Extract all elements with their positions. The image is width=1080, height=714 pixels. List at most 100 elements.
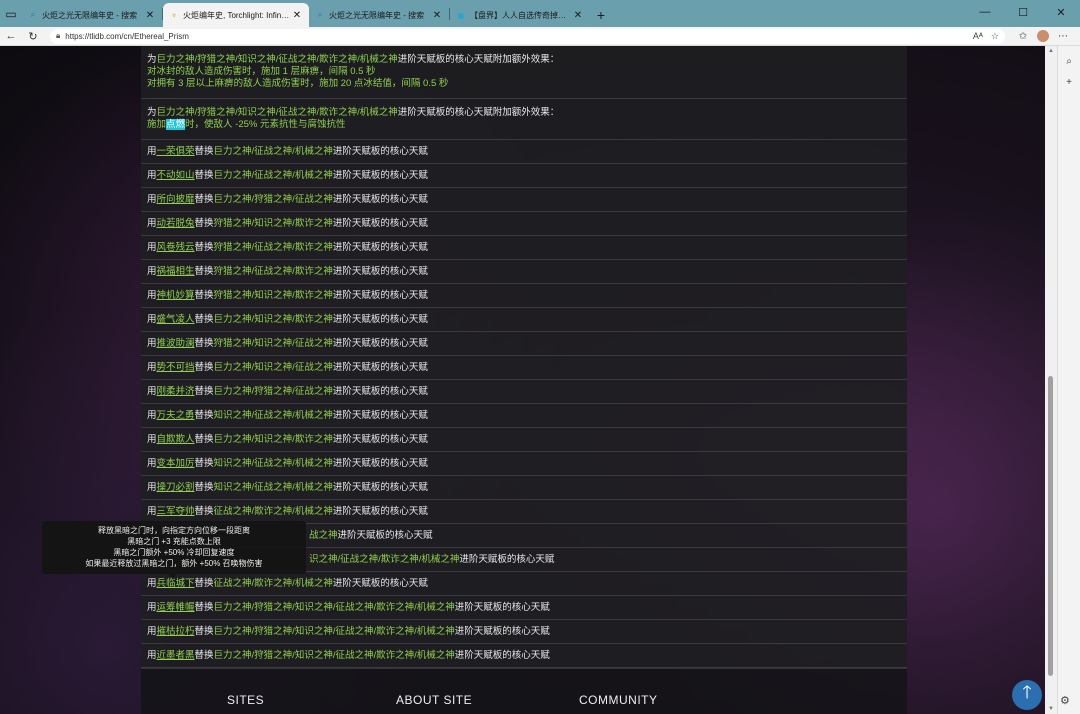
talent-link[interactable]: 推波助澜 (157, 338, 195, 350)
talent-link[interactable]: 一荣俱荣 (157, 146, 195, 158)
close-icon[interactable]: ✕ (572, 10, 584, 21)
footer-sites[interactable]: SITES (227, 693, 264, 707)
tooltip-line: 黑暗之门 +3 充能点数上限 (127, 537, 221, 546)
search-icon[interactable]: ⌕ (1058, 56, 1080, 67)
gods-list: 巨力之神/狩猎之神/知识之神/征战之神/欺诈之神/机械之神 (213, 649, 455, 661)
tab-title: 火炬编年史, Torchlight: Infinite W (183, 10, 291, 20)
page-scrollbar[interactable]: ▲ ▼ (1045, 46, 1057, 714)
replace-word: 替换 (194, 169, 214, 181)
talent-link[interactable]: 摧枯拉朽 (157, 626, 195, 638)
gods-list: 识之神/征战之神/欺诈之神/机械之神 (309, 553, 460, 565)
close-icon[interactable]: ✕ (291, 10, 303, 21)
close-icon[interactable]: ✕ (144, 10, 156, 21)
talent-link[interactable]: 万夫之勇 (157, 410, 195, 422)
tab-title: 【盘界】人人自选传奇掉落契灵 (470, 10, 572, 20)
talent-link[interactable]: 神机妙算 (157, 290, 195, 302)
add-icon[interactable]: + (1058, 77, 1080, 88)
talent-link[interactable]: 近墨者黑 (157, 650, 195, 662)
core-suffix: 进阶天赋板的核心天赋 (454, 625, 550, 637)
talent-link[interactable]: 所向披靡 (157, 194, 195, 206)
tab-1[interactable]: ⌕ 火炬之光无限编年史 - 搜索 ✕ (22, 3, 162, 27)
favorites-icon[interactable]: ✩ (1013, 31, 1033, 42)
talent-link[interactable]: 盛气凌人 (157, 314, 195, 326)
effect-line: 对冰封的敌人造成伤害时，施加 1 层麻痹，间隔 0.5 秒 (147, 66, 376, 77)
favorite-star-icon[interactable]: ☆ (991, 31, 999, 42)
row-header: 为巨力之神/狩猎之神/知识之神/征战之神/欺诈之神/机械之神进阶天赋板的核心天赋… (147, 107, 901, 119)
talent-link[interactable]: 操刀必割 (157, 482, 195, 494)
tab-3[interactable]: ⌕ 火炬之光无限编年史 - 搜索 ✕ (309, 3, 449, 27)
tab-4[interactable]: ▣ 【盘界】人人自选传奇掉落契灵 ✕ (450, 3, 590, 27)
new-tab-button[interactable]: + (590, 3, 612, 27)
use-word: 用 (147, 409, 157, 421)
ignite-link[interactable]: 点燃 (166, 119, 186, 130)
talent-link[interactable]: 自欺欺人 (157, 434, 195, 446)
talent-link[interactable]: 祸福相生 (157, 266, 195, 278)
talent-link[interactable]: 刚柔并济 (157, 386, 195, 398)
talent-link[interactable]: 不动如山 (157, 170, 195, 182)
talent-link[interactable]: 动若脱兔 (157, 218, 195, 230)
gods-list: 巨力之神/征战之神/机械之神 (213, 169, 333, 181)
core-suffix: 进阶天赋板的核心天赋 (332, 433, 428, 445)
use-word: 用 (147, 313, 157, 325)
more-icon[interactable]: ⋯ (1053, 31, 1073, 42)
core-suffix: 进阶天赋板的核心天赋 (459, 553, 555, 565)
footer-about[interactable]: ABOUT SITE (396, 693, 472, 707)
replace-word: 替换 (194, 433, 214, 445)
table-row: 用神机妙算 替换 狩猎之神/知识之神/欺诈之神 进阶天赋板的核心天赋 (141, 284, 907, 308)
replace-word: 替换 (194, 409, 214, 421)
talent-link[interactable]: 三军夺帅 (157, 506, 195, 518)
maximize-icon[interactable]: ☐ (1004, 0, 1042, 24)
footer-community[interactable]: COMMUNITY (579, 693, 658, 707)
close-icon[interactable]: ✕ (431, 10, 443, 21)
tab-actions-icon[interactable]: ▭ (0, 0, 22, 27)
gods-list: 狩猎之神/知识之神/征战之神 (213, 337, 333, 349)
scrollbar-thumb[interactable] (1048, 376, 1053, 676)
talent-list: 为巨力之神/狩猎之神/知识之神/征战之神/欺诈之神/机械之神进阶天赋板的核心天赋… (141, 46, 907, 668)
core-suffix: 进阶天赋板的核心天赋 (332, 217, 428, 229)
tab-title: 火炬之光无限编年史 - 搜索 (329, 10, 425, 20)
minimize-icon[interactable]: — (966, 0, 1004, 24)
talent-tooltip: 释放黑暗之门时，向指定方向位移一段距离 黑暗之门 +3 充能点数上限 黑暗之门额… (42, 521, 306, 579)
replace-word: 替换 (194, 601, 214, 613)
core-suffix: 进阶天赋板的核心天赋 (332, 577, 428, 589)
talent-link[interactable]: 风卷残云 (157, 242, 195, 254)
gods-list: 巨力之神/知识之神/欺诈之神 (213, 313, 333, 325)
row-header: 为巨力之神/狩猎之神/知识之神/征战之神/欺诈之神/机械之神进阶天赋板的核心天赋… (147, 54, 901, 66)
talent-link[interactable]: 变本加厉 (157, 458, 195, 470)
page-viewport: 为巨力之神/狩猎之神/知识之神/征战之神/欺诈之神/机械之神进阶天赋板的核心天赋… (0, 46, 1045, 714)
search-icon: ⌕ (317, 10, 323, 19)
use-word: 用 (147, 361, 157, 373)
read-aloud-icon[interactable]: Aᴬ (973, 31, 983, 41)
replace-word: 替换 (194, 481, 214, 493)
core-suffix: 进阶天赋板的核心天赋 (332, 169, 428, 181)
replace-word: 替换 (194, 505, 214, 517)
talent-link[interactable]: 运筹帷幄 (157, 602, 195, 614)
replace-rows: 用一荣俱荣 替换 巨力之神/征战之神/机械之神 进阶天赋板的核心天赋用不动如山 替换 巨力… (141, 140, 907, 668)
talent-link[interactable]: 势不可挡 (157, 362, 195, 374)
core-suffix: 进阶天赋板的核心天赋 (332, 145, 428, 157)
back-to-top-button[interactable]: 🡑 (1012, 680, 1042, 710)
gods-list: 巨力之神/狩猎之神/知识之神/征战之神/欺诈之神/机械之神 (213, 625, 455, 637)
tab-2[interactable]: ♆ 火炬编年史, Torchlight: Infinite W ✕ (163, 3, 309, 27)
lock-icon[interactable]: 🔒︎ (56, 31, 60, 41)
gods-list: 征战之神/欺诈之神/机械之神 (213, 505, 333, 517)
table-row: 用万夫之勇 替换 知识之神/征战之神/机械之神 进阶天赋板的核心天赋 (141, 404, 907, 428)
scroll-down-icon[interactable]: ▼ (1045, 706, 1057, 712)
tooltip-line: 黑暗之门额外 +50% 冷却回复速度 (113, 548, 235, 557)
core-suffix: 进阶天赋板的核心天赋 (332, 193, 428, 205)
core-suffix: 进阶天赋板的核心天赋 (332, 241, 428, 253)
tooltip-caret (169, 574, 177, 579)
effect-pre: 施加 (147, 119, 167, 130)
address-bar[interactable]: 🔒︎ https://tlidb.com/cn/Ethereal_Prism A… (50, 28, 1005, 44)
talent-link[interactable]: 兵临城下 (157, 578, 195, 590)
back-icon[interactable]: ← (0, 30, 22, 42)
gear-icon[interactable]: ⚙ (1060, 694, 1070, 707)
core-suffix: 进阶天赋板的核心天赋 (454, 649, 550, 661)
scroll-up-icon[interactable]: ▲ (1045, 48, 1057, 54)
avatar[interactable] (1037, 30, 1049, 42)
refresh-icon[interactable]: ↻ (22, 30, 44, 43)
effect-post: 时，使敌人 -25% 元素抗性与腐蚀抗性 (185, 119, 346, 130)
close-window-icon[interactable]: ✕ (1042, 0, 1080, 24)
tab-title: 火炬之光无限编年史 - 搜索 (42, 10, 138, 20)
use-word: 用 (147, 289, 157, 301)
